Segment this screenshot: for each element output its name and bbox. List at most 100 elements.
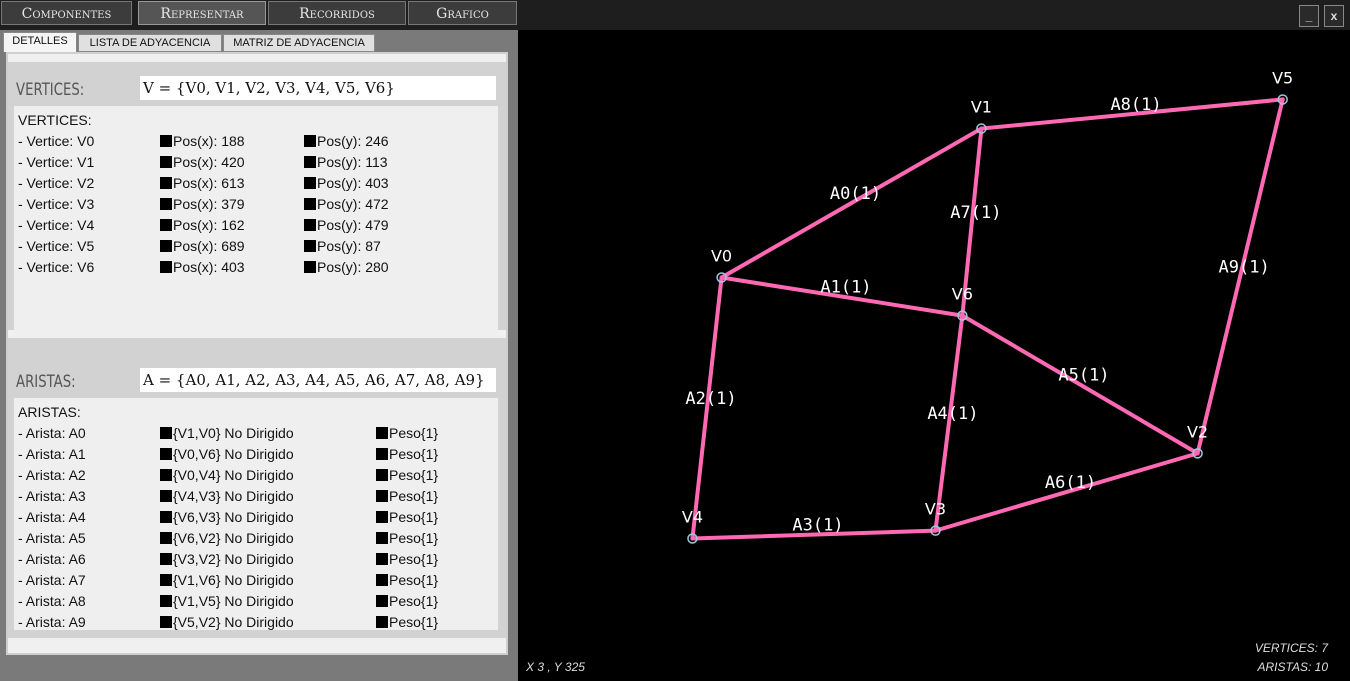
edge-weight: Peso{1} (376, 446, 438, 462)
vertex-row: - Vertice: V3 Pos(x): 379 Pos(y): 472 (18, 196, 498, 217)
edge-pair: {V0,V6} No Dirigido (160, 446, 294, 462)
square-icon (160, 448, 172, 460)
vertex-row: - Vertice: V6 Pos(x): 403 Pos(y): 280 (18, 259, 498, 280)
menu-grafico[interactable]: Grafico (408, 1, 517, 25)
menu-bar: Componentes Representar Recorridos Grafi… (0, 0, 1350, 30)
edge-label: - Arista: A3 (18, 488, 86, 504)
detail-content: VERTICES: V = {V0, V1, V2, V3, V4, V5, V… (6, 52, 508, 655)
square-icon (376, 469, 388, 481)
square-icon (376, 511, 388, 523)
edge-weight: Peso{1} (376, 593, 438, 609)
edge-pair: {V5,V2} No Dirigido (160, 614, 294, 630)
menu-representar[interactable]: Representar (138, 1, 266, 25)
edge-row: - Arista: A2 {V0,V4} No Dirigido Peso{1} (18, 467, 498, 488)
edges-list-header: ARISTAS: (18, 404, 81, 420)
square-icon (376, 616, 388, 628)
vertex-label: - Vertice: V0 (18, 133, 95, 149)
square-icon (160, 156, 172, 168)
vertex-pos-y: Pos(y): 280 (304, 259, 389, 275)
square-icon (376, 553, 388, 565)
edge-weight-label: A4(1) (927, 404, 978, 424)
vertex-pos-x: Pos(x): 689 (160, 238, 245, 254)
menu-componentes[interactable]: Componentes (1, 1, 132, 25)
square-icon (376, 574, 388, 586)
edge-weight-label: A2(1) (685, 389, 736, 409)
square-icon (160, 177, 172, 189)
edge-row: - Arista: A5 {V6,V2} No Dirigido Peso{1} (18, 530, 498, 551)
vertex-label: - Vertice: V6 (18, 259, 95, 275)
vertex-name-label: V2 (1187, 422, 1208, 441)
edge-weight: Peso{1} (376, 509, 438, 525)
square-icon (376, 448, 388, 460)
vertex-pos-y: Pos(y): 479 (304, 217, 389, 233)
vertex-row: - Vertice: V5 Pos(x): 689 Pos(y): 87 (18, 238, 498, 259)
vertices-set: V = {V0, V1, V2, V3, V4, V5, V6} (140, 76, 496, 100)
square-icon (160, 427, 172, 439)
vertex-pos-y: Pos(y): 113 (304, 154, 388, 170)
vertex-label: - Vertice: V1 (18, 154, 95, 170)
vertex-pos-y: Pos(y): 246 (304, 133, 389, 149)
minimize-button[interactable]: _ (1299, 5, 1319, 27)
edge-weight-label: A9(1) (1219, 257, 1270, 277)
vertex-row: - Vertice: V4 Pos(x): 162 Pos(y): 479 (18, 217, 498, 238)
edge-label: - Arista: A2 (18, 467, 86, 483)
close-button[interactable]: x (1324, 5, 1344, 27)
vertex-label: - Vertice: V4 (18, 217, 95, 233)
square-icon (160, 135, 172, 147)
edge-row: - Arista: A7 {V1,V6} No Dirigido Peso{1} (18, 572, 498, 593)
edges-set: A = {A0, A1, A2, A3, A4, A5, A6, A7, A8,… (140, 368, 496, 392)
edge-weight: Peso{1} (376, 425, 438, 441)
vertex-label: - Vertice: V3 (18, 196, 95, 212)
edge-weight-label: A7(1) (950, 203, 1001, 223)
square-icon (160, 198, 172, 210)
vertex-label: - Vertice: V2 (18, 175, 95, 191)
edge-pair: {V4,V3} No Dirigido (160, 488, 294, 504)
tab-detalles[interactable]: DETALLES (3, 32, 77, 52)
details-panel: DETALLES LISTA DE ADYACENCIA MATRIZ DE A… (0, 30, 518, 681)
square-icon (304, 135, 316, 147)
tab-matriz-adyacencia[interactable]: MATRIZ DE ADYACENCIA (223, 34, 375, 52)
square-icon (160, 240, 172, 252)
edge-weight: Peso{1} (376, 530, 438, 546)
vertex-name-label: V3 (925, 500, 946, 519)
square-icon (160, 616, 172, 628)
vertices-list[interactable]: VERTICES: - Vertice: V0 Pos(x): 188 Pos(y)… (14, 106, 498, 336)
edge-pair: {V0,V4} No Dirigido (160, 467, 294, 483)
edge-weight: Peso{1} (376, 572, 438, 588)
vertex-row: - Vertice: V1 Pos(x): 420 Pos(y): 113 (18, 154, 498, 175)
square-icon (376, 595, 388, 607)
edge-pair: {V1,V5} No Dirigido (160, 593, 294, 609)
edge-row: - Arista: A1 {V0,V6} No Dirigido Peso{1} (18, 446, 498, 467)
edge-label: - Arista: A7 (18, 572, 86, 588)
graph-canvas[interactable]: A0(1) A1(1) A2(1) A3(1) A4(1) A5(1) A6(1) A7(1)… (518, 30, 1350, 681)
vertex-label: - Vertice: V5 (18, 238, 95, 254)
edge-pair: {V6,V3} No Dirigido (160, 509, 294, 525)
edge-weight: Peso{1} (376, 614, 438, 630)
edges-list[interactable]: ARISTAS: - Arista: A0 {V1,V0} No Dirigido… (14, 398, 498, 630)
edge-weight-label: A0(1) (830, 184, 881, 204)
vertex-pos-y: Pos(y): 87 (304, 238, 381, 254)
square-icon (160, 532, 172, 544)
cursor-coordinates: X 3 , Y 325 (526, 660, 585, 674)
vertices-title: VERTICES: (16, 80, 85, 100)
vertex-row: - Vertice: V0 Pos(x): 188 Pos(y): 246 (18, 133, 498, 154)
edge-weight-label: A8(1) (1110, 95, 1161, 115)
square-icon (376, 427, 388, 439)
edges-title: ARISTAS: (16, 372, 76, 392)
edge-weight: Peso{1} (376, 467, 438, 483)
edge-row: - Arista: A8 {V1,V5} No Dirigido Peso{1} (18, 593, 498, 614)
edge-pair: {V6,V2} No Dirigido (160, 530, 294, 546)
vertex-pos-x: Pos(x): 613 (160, 175, 245, 191)
edge-row: - Arista: A3 {V4,V3} No Dirigido Peso{1} (18, 488, 498, 509)
edge-count: ARISTAS: 10 (1257, 660, 1328, 674)
menu-recorridos[interactable]: Recorridos (268, 1, 406, 25)
edge-pair: {V1,V6} No Dirigido (160, 572, 294, 588)
edge-row: - Arista: A4 {V6,V3} No Dirigido Peso{1} (18, 509, 498, 530)
edge-pair: {V1,V0} No Dirigido (160, 425, 294, 441)
tab-lista-adyacencia[interactable]: LISTA DE ADYACENCIA (78, 34, 222, 52)
vertex-pos-x: Pos(x): 188 (160, 133, 245, 149)
edge-label: - Arista: A6 (18, 551, 86, 567)
vertex-name-label: V5 (1272, 68, 1293, 87)
edge-weight: Peso{1} (376, 488, 438, 504)
edge-label: - Arista: A5 (18, 530, 86, 546)
